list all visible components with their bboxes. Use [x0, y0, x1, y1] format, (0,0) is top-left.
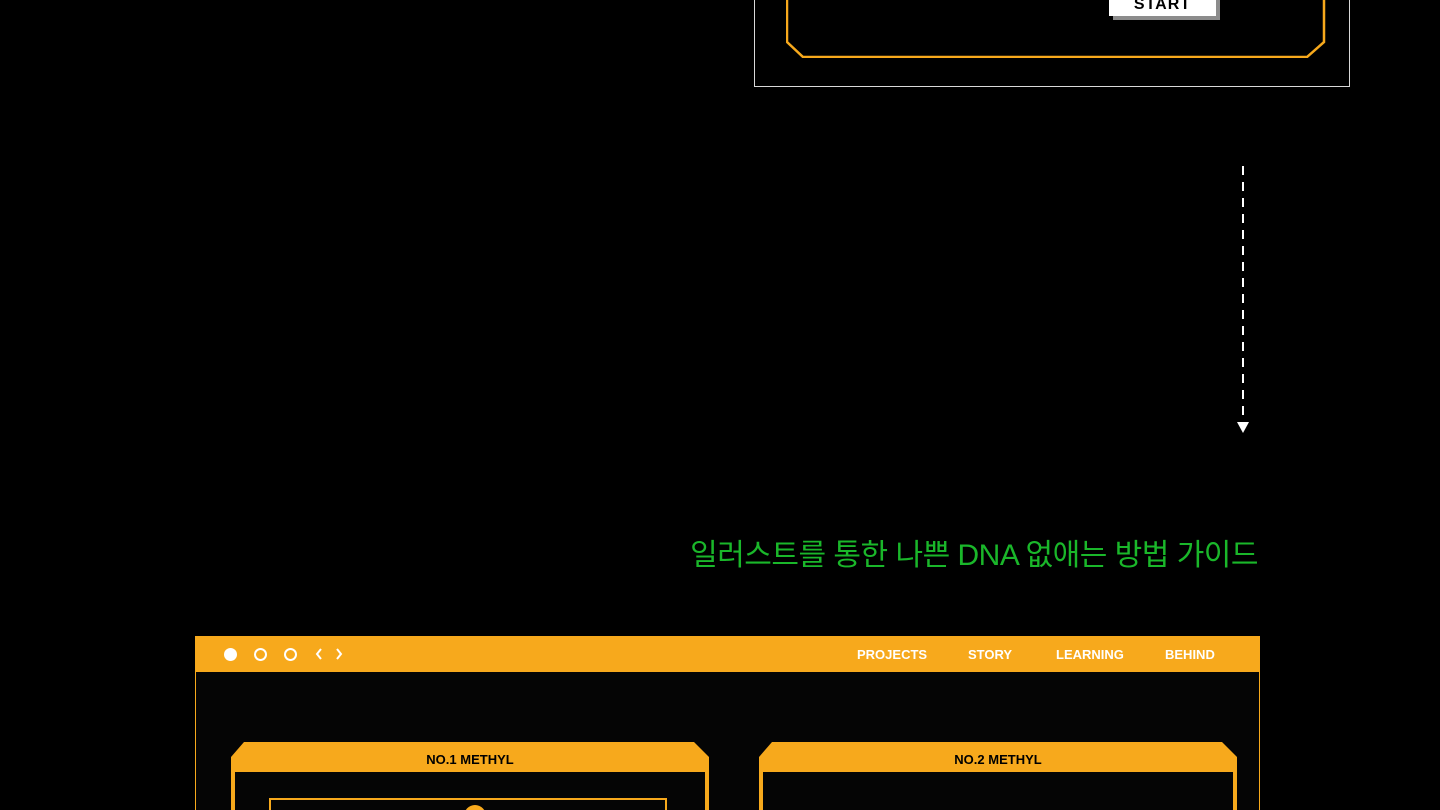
start-panel-frame [786, 0, 1326, 58]
nav-behind[interactable]: BEHIND [1165, 637, 1215, 672]
methyl-card-1[interactable]: NO.1 METHYL [230, 742, 710, 810]
page-dot-2-icon[interactable] [254, 648, 267, 661]
card-title: NO.2 METHYL [954, 752, 1042, 767]
nav-projects[interactable]: PROJECTS [857, 637, 927, 672]
methyl-card-2[interactable]: NO.2 METHYL [758, 742, 1238, 810]
card-title: NO.1 METHYL [426, 752, 514, 767]
scroll-down-arrow-icon [1236, 166, 1250, 436]
page-dot-1-icon[interactable] [224, 648, 237, 661]
start-button[interactable]: START [1109, 0, 1216, 16]
nav-story[interactable]: STORY [968, 637, 1012, 672]
browser-window: PROJECTS STORY LEARNING BEHIND NO.1 METH… [195, 636, 1260, 810]
chevron-right-icon[interactable] [334, 643, 344, 670]
browser-toolbar: PROJECTS STORY LEARNING BEHIND [196, 637, 1259, 672]
guide-heading: 일러스트를 통한 나쁜 DNA 없애는 방법 가이드 [690, 539, 1258, 572]
nav-learning[interactable]: LEARNING [1056, 637, 1124, 672]
page-dot-3-icon[interactable] [284, 648, 297, 661]
chevron-left-icon[interactable] [314, 643, 324, 670]
page: START 일러스트를 통한 나쁜 DNA 없애는 방법 가이드 PROJECT… [0, 0, 1440, 810]
